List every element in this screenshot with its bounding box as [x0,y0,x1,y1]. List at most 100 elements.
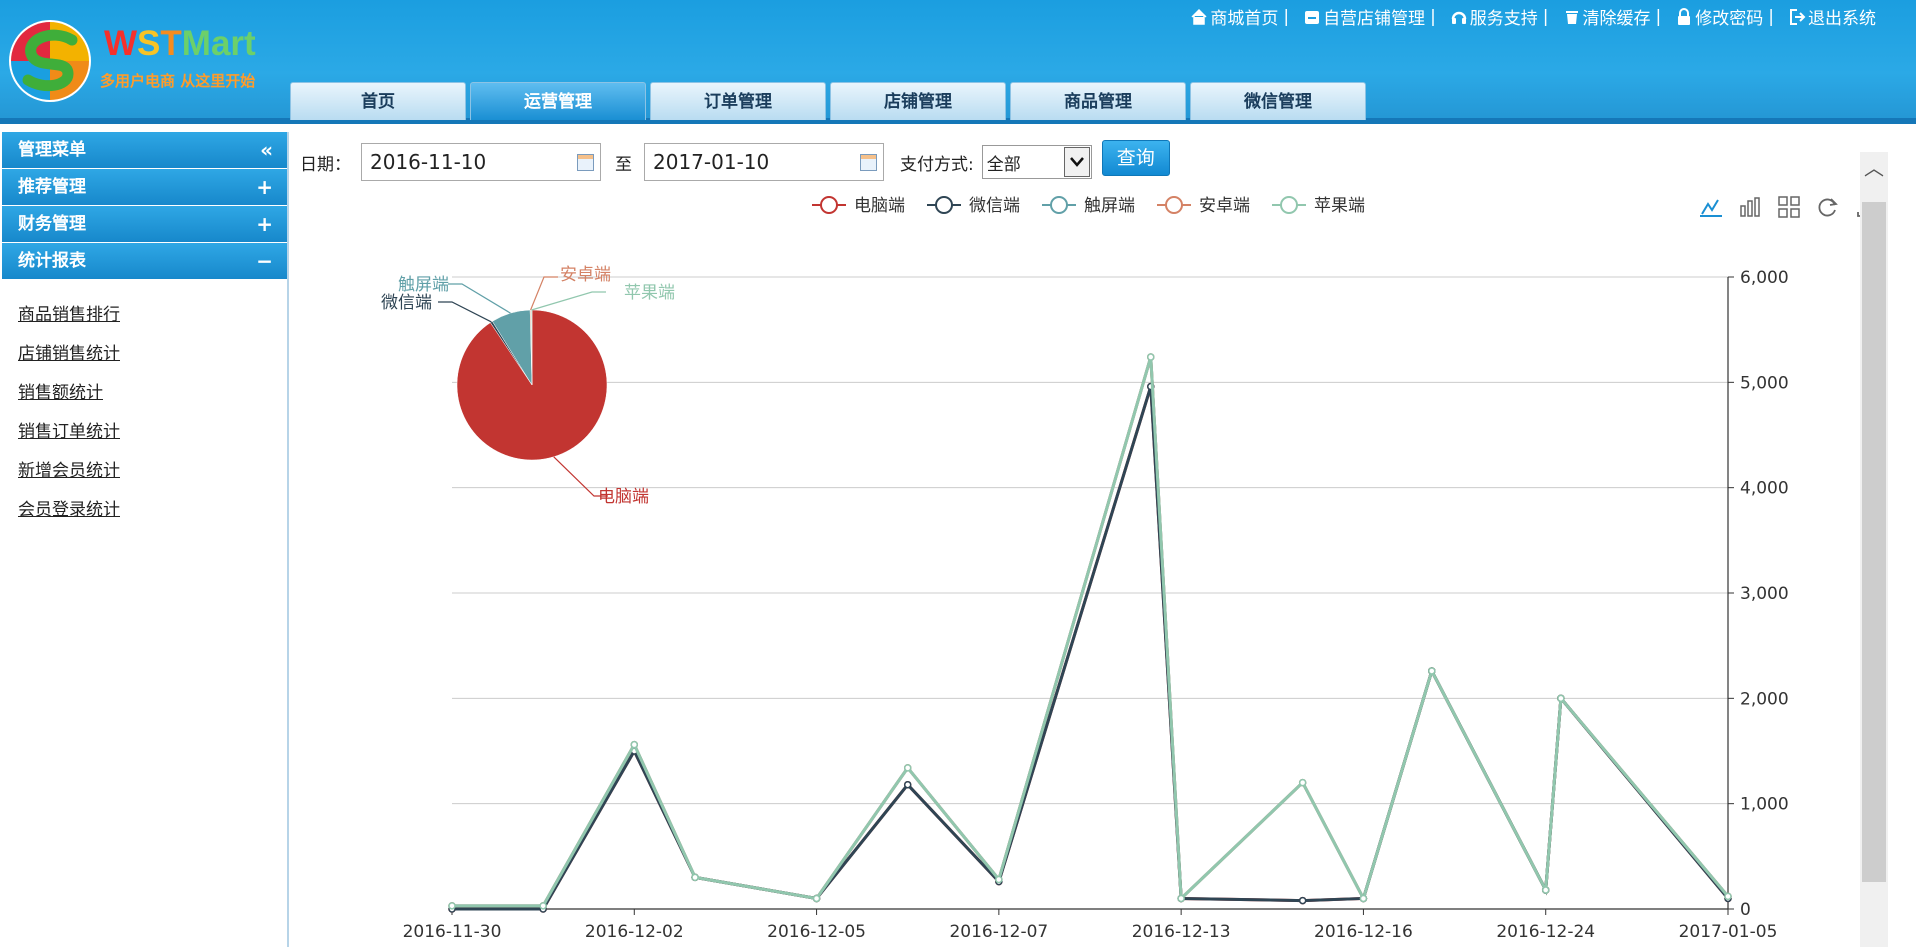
filter-bar: 日期： 2016-11-10 至 2017-01-10 支付方式: 全部 查询 [300,140,1170,182]
query-button[interactable]: 查询 [1101,140,1170,176]
data-point[interactable] [1428,667,1436,675]
collapse-icon[interactable]: − [256,243,273,279]
top-link-logout[interactable]: 退出系统 [1788,4,1876,29]
series-line[interactable] [452,356,1730,908]
top-link-label: 清除缓存 [1582,9,1651,29]
top-link-home[interactable]: 商城首页 | [1190,4,1289,29]
expand-icon[interactable]: + [256,169,273,205]
sidebar-link[interactable]: 新增会员统计 [2,452,287,491]
scroll-up-icon[interactable]: ︿ [1864,152,1884,182]
start-date-input[interactable]: 2016-11-10 [361,143,601,181]
sidebar-group[interactable]: 统计报表 − [2,243,287,279]
line-chart-icon[interactable] [1700,199,1722,217]
data-point[interactable] [539,902,547,910]
refresh-icon[interactable] [1818,198,1838,217]
nav-tab[interactable]: 微信管理 [1190,82,1366,120]
collapse-icon[interactable]: « [260,132,273,168]
expand-icon[interactable]: + [256,206,273,242]
separator: | [1655,6,1662,27]
legend-label: 安卓端 [1199,196,1250,216]
nav-tab[interactable]: 订单管理 [650,82,826,120]
sidebar-link[interactable]: 销售订单统计 [2,413,287,452]
pie-label: 触屏端 [398,275,449,295]
legend-item[interactable]: 安卓端 [1157,196,1250,216]
sidebar-link[interactable]: 商品销售排行 [2,296,287,335]
top-link-shop[interactable]: 自营店铺管理 | [1303,4,1436,29]
series-line[interactable] [452,386,1730,911]
y-tick-label: 3,000 [1740,584,1789,604]
y-tick-label: 6,000 [1740,268,1789,288]
series-line[interactable] [452,356,1730,908]
separator: | [1542,6,1549,27]
pie-label: 微信端 [381,293,432,313]
sidebar-group-label: 财务管理 [18,214,86,234]
legend-marker [1280,196,1298,214]
legend-marker [935,196,953,214]
legend-label: 微信端 [969,196,1020,216]
app-header: WSTMart 多用户电商 从这里开始 商城首页 | 自营店铺管理 | 服务支持 | 清除缓… [0,0,1916,124]
top-link-headset[interactable]: 服务支持 | [1450,4,1549,29]
top-link-lock[interactable]: 修改密码 | [1675,4,1774,29]
data-point[interactable] [812,894,821,903]
y-tick-label: 0 [1740,900,1751,920]
data-point[interactable] [903,780,912,789]
data-point[interactable] [1557,694,1565,703]
nav-tab[interactable]: 店铺管理 [830,82,1006,120]
x-tick-label: 2016-12-16 [1314,922,1413,942]
y-tick-label: 5,000 [1740,373,1789,393]
top-link-label: 退出系统 [1808,9,1876,29]
calendar-icon[interactable] [860,154,877,171]
sidebar-group[interactable]: 推荐管理 + [2,169,287,205]
data-point[interactable] [1177,894,1185,903]
lock-icon [1678,7,1691,25]
legend-item[interactable]: 电脑端 [812,196,905,216]
to-label: 至 [615,154,632,175]
pie-label: 安卓端 [560,265,611,285]
series-line[interactable] [452,356,1730,908]
data-point[interactable] [903,764,912,772]
legend-item[interactable]: 触屏端 [1042,196,1135,216]
nav-tab[interactable]: 商品管理 [1010,82,1186,120]
nav-tab[interactable]: 运营管理 [470,82,646,120]
sidebar-link[interactable]: 会员登录统计 [2,491,287,530]
data-point[interactable] [1298,778,1307,787]
series-line[interactable] [452,386,1730,911]
legend-item[interactable]: 微信端 [927,196,1020,216]
legend-item[interactable]: 苹果端 [1272,196,1365,216]
x-tick-label: 2016-12-02 [585,922,684,942]
sidebar-link[interactable]: 店铺销售统计 [2,335,287,374]
scroll-thumb[interactable] [1862,202,1886,882]
home-icon [1191,8,1207,25]
start-date-value: 2016-11-10 [370,150,487,174]
end-date-input[interactable]: 2017-01-10 [644,143,884,181]
sidebar-link[interactable]: 销售额统计 [2,374,287,413]
sidebar-group[interactable]: 财务管理 + [2,206,287,242]
sidebar: 管理菜单 « 推荐管理 + 财务管理 + 统计报表 − 商品销售排行 店铺销售统计 销售额统计… [2,132,289,947]
date-label: 日期： [300,154,351,175]
data-point[interactable] [1359,894,1368,903]
data-point[interactable] [995,875,1003,884]
x-tick-label: 2016-11-30 [403,922,502,942]
data-point[interactable] [1724,892,1732,901]
y-tick-label: 4,000 [1740,479,1789,499]
sidebar-title[interactable]: 管理菜单 « [2,132,287,168]
pay-method-select[interactable]: 全部 [981,145,1092,179]
chevron-down-icon[interactable] [1063,147,1090,177]
data-point[interactable] [1147,353,1155,361]
sidebar-group-label: 统计报表 [18,251,86,271]
data-point[interactable] [1298,896,1307,905]
tile-icon[interactable] [1778,196,1800,218]
data-point[interactable] [448,902,456,910]
pay-method-value: 全部 [986,154,1021,175]
pie-label-line [531,291,606,311]
data-point[interactable] [630,740,639,749]
top-link-trash[interactable]: 清除缓存 | [1563,4,1662,29]
legend-marker [1050,196,1068,214]
scrollbar[interactable]: ︿ [1860,152,1888,947]
nav-tab[interactable]: 首页 [290,82,466,120]
data-point[interactable] [1541,886,1550,894]
calendar-icon[interactable] [577,154,594,171]
legend-marker [1165,196,1183,214]
bar-chart-icon[interactable] [1740,197,1760,217]
data-point[interactable] [691,873,699,882]
